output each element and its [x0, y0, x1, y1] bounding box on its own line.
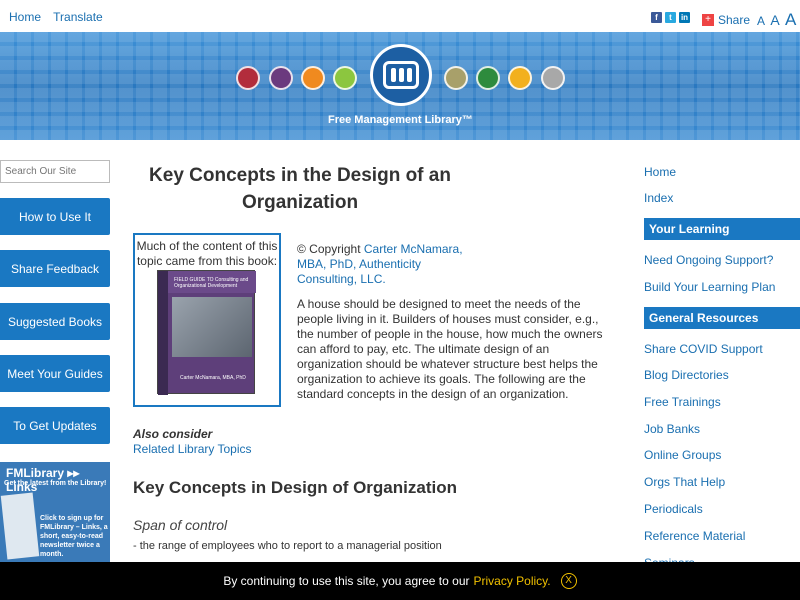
top-nav: Home Translate — [9, 10, 112, 24]
font-size-medium[interactable]: A — [770, 12, 779, 28]
font-size-controls: A A A — [757, 10, 798, 30]
share-feedback-button[interactable]: Share Feedback — [0, 250, 110, 287]
learning-plan-link[interactable]: Build Your Learning Plan — [644, 280, 775, 294]
ongoing-support-link[interactable]: Need Ongoing Support? — [644, 253, 773, 267]
span-of-control-definition: - the range of employees who to report t… — [133, 540, 442, 552]
cookie-text: By continuing to use this site, you agre… — [223, 574, 470, 588]
covid-support-link[interactable]: Share COVID Support — [644, 342, 763, 356]
meet-guides-button[interactable]: Meet Your Guides — [0, 355, 110, 392]
right-index-link[interactable]: Index — [644, 191, 673, 205]
share-label: Share — [718, 13, 751, 27]
promo-subtitle: Get the latest from the Library! — [4, 480, 107, 487]
color-dot — [508, 66, 532, 90]
linkedin-icon[interactable]: in — [679, 12, 690, 23]
book-cover-image[interactable]: FIELD GUIDE TO Consulting and Organizati… — [157, 270, 256, 395]
copyright-prefix: © Copyright — [297, 242, 364, 256]
translate-link[interactable]: Translate — [53, 10, 103, 24]
color-dot — [476, 66, 500, 90]
right-home-link[interactable]: Home — [644, 165, 676, 179]
color-dot — [541, 66, 565, 90]
newsletter-image — [0, 492, 40, 560]
free-trainings-link[interactable]: Free Trainings — [644, 395, 721, 409]
social-icons: f t in — [651, 12, 693, 23]
copyright-notice: © Copyright Carter McNamara, MBA, PhD, A… — [297, 242, 467, 287]
font-size-large[interactable]: A — [785, 10, 796, 29]
book-intro-text: Much of the content of this topic came f… — [136, 239, 278, 268]
blog-directories-link[interactable]: Blog Directories — [644, 368, 729, 382]
promo-text: Click to sign up for FMLibrary – Links, … — [40, 515, 108, 558]
color-dot — [333, 66, 357, 90]
twitter-icon[interactable]: t — [665, 12, 676, 23]
page-title: Key Concepts in the Design of an Organiz… — [149, 165, 451, 213]
color-dot — [444, 66, 468, 90]
reference-material-link[interactable]: Reference Material — [644, 529, 745, 543]
share-plus-icon: + — [702, 14, 714, 26]
related-topics-link[interactable]: Related Library Topics — [133, 442, 252, 456]
book-box[interactable]: Much of the content of this topic came f… — [133, 233, 281, 407]
cookie-consent-bar: By continuing to use this site, you agre… — [0, 562, 800, 600]
library-logo-icon[interactable] — [370, 44, 432, 106]
home-link[interactable]: Home — [9, 10, 41, 24]
color-dot — [236, 66, 260, 90]
section-heading: Key Concepts in Design of Organization — [133, 478, 457, 497]
share-button[interactable]: + Share — [702, 13, 750, 27]
span-of-control-heading: Span of control — [133, 517, 228, 533]
color-dot — [301, 66, 325, 90]
close-icon[interactable]: X — [560, 573, 577, 589]
search-input[interactable] — [0, 160, 110, 183]
intro-paragraph: A house should be designed to meet the n… — [297, 297, 603, 401]
periodicals-link[interactable]: Periodicals — [644, 502, 703, 516]
suggested-books-button[interactable]: Suggested Books — [0, 303, 110, 340]
newsletter-promo[interactable]: FMLibrary ▸▸ Links Get the latest from t… — [0, 462, 110, 567]
also-consider-label: Also consider — [133, 427, 213, 441]
job-banks-link[interactable]: Job Banks — [644, 422, 700, 436]
your-learning-header: Your Learning — [644, 218, 800, 240]
book-cover-author: Carter McNamara, MBA, PhD — [180, 375, 246, 381]
top-bar: Home Translate f t in + Share A A A — [0, 0, 800, 32]
online-groups-link[interactable]: Online Groups — [644, 448, 721, 462]
how-to-use-button[interactable]: How to Use It — [0, 198, 110, 235]
general-resources-header: General Resources — [644, 307, 800, 329]
font-size-small[interactable]: A — [757, 14, 765, 28]
get-updates-button[interactable]: To Get Updates — [0, 407, 110, 444]
book-cover-photo — [172, 297, 252, 357]
color-dot — [269, 66, 293, 90]
site-banner[interactable]: Free Management Library™ — [0, 32, 800, 140]
logo-text: Free Management Library™ — [328, 114, 473, 126]
privacy-policy-link[interactable]: Privacy Policy. — [474, 574, 551, 588]
orgs-that-help-link[interactable]: Orgs That Help — [644, 475, 725, 489]
book-cover-title: FIELD GUIDE TO Consulting and Organizati… — [174, 277, 249, 289]
facebook-icon[interactable]: f — [651, 12, 662, 23]
